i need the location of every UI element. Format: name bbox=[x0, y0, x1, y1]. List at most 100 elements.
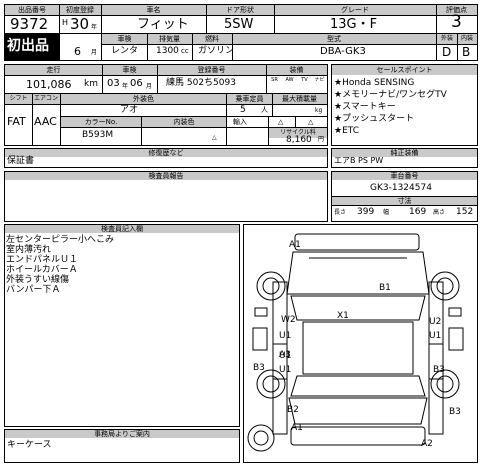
width-label: 幅 bbox=[383, 209, 390, 216]
shift-value: FAT bbox=[7, 115, 26, 128]
mileage-label: 走行 bbox=[5, 65, 102, 75]
office-title: 事務局よりご案内 bbox=[5, 430, 239, 438]
chassis-value: GK3-1324574 bbox=[370, 183, 432, 193]
mark-u1-left-front: U1 bbox=[279, 331, 291, 341]
door-label: ドア形状 bbox=[206, 5, 274, 15]
ext-grade: D bbox=[442, 45, 452, 59]
mileage-unit: km bbox=[84, 79, 98, 89]
front-bumper-shape bbox=[294, 233, 420, 251]
color-label: 外装色 bbox=[61, 94, 226, 104]
inspector-label: 検査員報告 bbox=[5, 172, 327, 180]
roof-shape bbox=[302, 321, 414, 375]
year-suffix: 年 bbox=[91, 24, 98, 31]
car-name: フィット bbox=[137, 17, 189, 32]
month-suffix: 月 bbox=[91, 49, 98, 56]
int-color-label: 内装色 bbox=[142, 117, 226, 127]
tax-mark-1: △ bbox=[278, 118, 284, 126]
ac-label: エアコン bbox=[32, 94, 60, 104]
fuel-value: ガソリン bbox=[198, 46, 235, 56]
era: H bbox=[62, 18, 69, 27]
remark-line: エンドパネルＵ１ bbox=[6, 255, 79, 265]
trunk-shape bbox=[288, 397, 428, 425]
width-value: 169 bbox=[409, 207, 427, 217]
tax-mark-2: △ bbox=[308, 118, 314, 126]
remark-line: バンパー下Ａ bbox=[6, 285, 61, 295]
history-label: 修復歴など bbox=[5, 149, 327, 157]
spec-inspection-year-suffix: 年 bbox=[122, 83, 129, 90]
sales-point-item: ★メモリーナビ/ワンセグTV bbox=[334, 90, 447, 100]
load-unit: kg bbox=[315, 107, 323, 114]
first-listing-text: 初出品 bbox=[7, 38, 49, 54]
mark-w2: W2 bbox=[281, 315, 296, 325]
color-no-value: B593M bbox=[82, 130, 114, 140]
seats-value: 5 bbox=[240, 105, 246, 115]
score: 3 bbox=[451, 12, 462, 32]
mileage-value: 101,086 bbox=[26, 78, 72, 91]
remark-line: ホイールカバーＡ bbox=[6, 265, 78, 275]
mark-a1-rear: A1 bbox=[291, 423, 303, 433]
recycle-unit: 円 bbox=[318, 136, 325, 143]
ac-value: AAC bbox=[34, 115, 57, 128]
model-label: 型式 bbox=[232, 34, 436, 44]
int-grade: B bbox=[462, 45, 471, 59]
color-no-label: カラーNo. bbox=[61, 117, 141, 127]
mark-u1-right-front: U1 bbox=[429, 331, 441, 341]
dimensions-label: 寸法 bbox=[332, 197, 477, 205]
int-color-mark: △ bbox=[212, 134, 217, 141]
inspection-label: 車検 bbox=[102, 34, 147, 44]
genuine-value: エアB PS PW bbox=[334, 156, 384, 165]
sales-points-title: セールスポイント bbox=[332, 65, 477, 75]
import-label: 輸入 bbox=[233, 118, 247, 126]
mark-a1-front: A1 bbox=[289, 240, 301, 250]
fuel-label: 燃料 bbox=[192, 34, 232, 44]
remark-line: 外装うすい線傷 bbox=[6, 275, 70, 285]
spec-inspection-label: 車検 bbox=[102, 65, 157, 75]
remarks-title: 検査員記入欄 bbox=[5, 225, 239, 233]
height-value: 152 bbox=[456, 207, 474, 217]
year: 30 bbox=[70, 15, 90, 33]
chassis-label: 車台番号 bbox=[332, 172, 477, 180]
seats-label: 乗車定員 bbox=[227, 94, 272, 104]
recycle-value: 8,160 bbox=[286, 135, 312, 145]
grade-label: グレード bbox=[274, 5, 436, 15]
mark-b1: B1 bbox=[379, 283, 391, 293]
left-mirror-shape bbox=[254, 307, 268, 317]
sales-point-item: ★プッシュスタート bbox=[334, 114, 415, 124]
car-name-label: 車名 bbox=[101, 5, 206, 15]
spec-inspection-year: 03 bbox=[107, 78, 120, 89]
remark-line: 室内薄汚れ bbox=[6, 245, 52, 255]
rear-bumper-shape bbox=[290, 426, 426, 446]
int-label: 内装 bbox=[457, 34, 477, 44]
mark-u2: U2 bbox=[429, 317, 441, 327]
model-value: DBA-GK3 bbox=[320, 46, 366, 57]
equip-code-4: ナビ bbox=[314, 77, 325, 83]
equip-code-3: TV bbox=[301, 77, 308, 83]
first-reg-label: 初度登録 bbox=[59, 5, 101, 15]
remark-line: 左センターピラー小へこみ bbox=[6, 235, 115, 245]
right-mirror-shape bbox=[448, 307, 462, 317]
mark-a3: A3 bbox=[279, 350, 291, 360]
mark-u1-left-rear: U1 bbox=[279, 365, 291, 375]
spec-inspection-month-suffix: 月 bbox=[146, 83, 153, 90]
reg-no-value: 練馬 502ち5093 bbox=[166, 78, 236, 88]
equip-code-1: SR bbox=[271, 77, 278, 83]
wheel-front-left bbox=[256, 271, 286, 301]
sales-point-item: ★スマートキー bbox=[334, 102, 396, 112]
wheel-front-right bbox=[430, 271, 460, 301]
color-value: アオ bbox=[120, 105, 139, 115]
height-label: 高さ bbox=[433, 209, 446, 216]
displacement-label: 排気量 bbox=[147, 34, 192, 44]
mark-b2: B2 bbox=[287, 405, 299, 415]
mark-a2: A2 bbox=[421, 439, 433, 449]
car-outline-svg: A1 B1 X1 W2 U1 U2 U1 U1 A3 U1 B3 B3 B2 B… bbox=[247, 233, 464, 452]
door: 5SW bbox=[224, 17, 254, 32]
mark-b3-rear: B3 bbox=[449, 407, 461, 417]
rear-window-shape bbox=[290, 375, 426, 397]
seats-unit: 人 bbox=[261, 106, 268, 114]
lot-label: 出品番号 bbox=[5, 5, 59, 15]
inspection-value: レンタ bbox=[111, 46, 139, 56]
sales-point-item: ★ETC bbox=[334, 126, 360, 136]
office-value: キーケース bbox=[7, 440, 52, 450]
shift-label: シフト bbox=[5, 94, 32, 104]
ext-label: 外装 bbox=[437, 34, 457, 44]
